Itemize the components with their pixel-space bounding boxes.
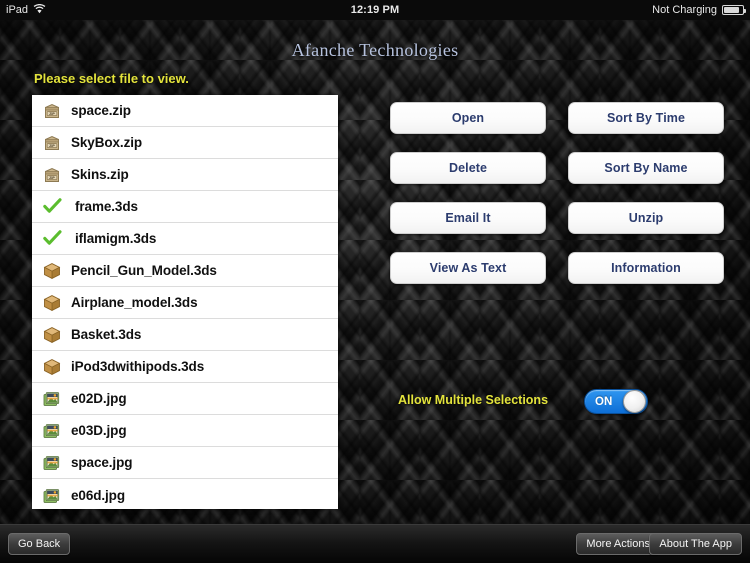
bottom-toolbar: Go Back More Actions About The App [0,524,750,563]
file-name-label: space.jpg [71,455,133,470]
file-name-label: Skins.zip [71,167,129,182]
ipad-app-screen: iPad 12:19 PM Not Charging Afanche Techn… [0,0,750,563]
image-file-icon [39,452,65,474]
toggle-knob[interactable] [623,390,646,413]
file-name-label: space.zip [71,103,131,118]
about-the-app-button[interactable]: About The App [649,533,742,555]
more-actions-button[interactable]: More Actions [576,533,660,555]
file-name-label: iPod3dwithipods.3ds [71,359,205,374]
file-name-label: e03D.jpg [71,423,127,438]
list-item[interactable]: ZIP space.zip [32,95,338,127]
unzip-button[interactable]: Unzip [568,202,724,234]
sort-by-name-button[interactable]: Sort By Name [568,152,724,184]
delete-button[interactable]: Delete [390,152,546,184]
model-3d-box-icon [39,292,65,314]
open-button[interactable]: Open [390,102,546,134]
file-name-label: e06d.jpg [71,487,125,503]
view-as-text-button[interactable]: View As Text [390,252,546,284]
model-3d-box-icon [39,356,65,378]
file-list[interactable]: ZIP space.zip ZIP SkyBox.zip ZIP Skins.zip fra… [32,95,338,509]
allow-multiple-selections-row: Allow Multiple Selections ON [398,389,648,414]
page-title: Afanche Technologies [291,40,459,60]
battery-icon [722,5,746,15]
list-item[interactable]: Basket.3ds [32,319,338,351]
model-3d-box-icon [39,324,65,346]
svg-text:ZIP: ZIP [49,143,55,147]
image-file-icon [39,420,65,442]
status-bar-left: iPad [0,3,156,17]
information-button[interactable]: Information [568,252,724,284]
svg-text:ZIP: ZIP [49,111,55,115]
action-button-row: Open Sort By Time [390,102,724,134]
svg-text:ZIP: ZIP [49,175,55,179]
allow-multiple-selections-label: Allow Multiple Selections [398,393,549,407]
file-name-label: Pencil_Gun_Model.3ds [71,263,217,278]
file-name-label: Basket.3ds [71,327,142,342]
green-checkmark-icon [39,196,65,218]
zip-file-icon: ZIP [39,164,65,186]
allow-multiple-selections-toggle[interactable]: ON [584,389,648,414]
zip-file-icon: ZIP [39,132,65,154]
list-item[interactable]: ZIP Skins.zip [32,159,338,191]
file-name-label: SkyBox.zip [71,135,143,150]
instruction-label: Please select file to view. [34,71,189,86]
list-item[interactable]: Pencil_Gun_Model.3ds [32,255,338,287]
file-name-label: Airplane_model.3ds [71,295,198,310]
list-item[interactable]: Airplane_model.3ds [32,287,338,319]
action-button-grid: Open Sort By Time Delete Sort By Name Email … [390,102,724,302]
list-item[interactable]: e02D.jpg [32,383,338,415]
email-it-button[interactable]: Email It [390,202,546,234]
model-3d-box-icon [39,260,65,282]
list-item[interactable]: iflamigm.3ds [32,223,338,255]
battery-status-label: Not Charging [652,4,717,16]
list-item[interactable]: space.jpg [32,447,338,479]
status-bar-clock: 12:19 PM [350,4,400,16]
ios-status-bar: iPad 12:19 PM Not Charging [0,0,750,20]
action-button-row: Delete Sort By Name [390,152,724,184]
list-item[interactable]: ZIP SkyBox.zip [32,127,338,159]
file-name-label: iflamigm.3ds [75,231,157,246]
action-button-row: View As Text Information [390,252,724,284]
file-name-label: frame.3ds [75,199,138,214]
list-item[interactable]: e03D.jpg [32,415,338,447]
image-file-icon [39,484,65,506]
status-bar-right: Not Charging [594,4,750,16]
image-file-icon [39,388,65,410]
list-item[interactable]: frame.3ds [32,191,338,223]
list-item[interactable]: iPod3dwithipods.3ds [32,351,338,383]
toggle-state-label: ON [595,395,613,408]
go-back-button[interactable]: Go Back [8,533,71,555]
file-name-label: e02D.jpg [71,391,127,406]
device-name-label: iPad [6,4,29,16]
zip-file-icon: ZIP [39,100,65,122]
list-item[interactable]: e06d.jpg [32,479,338,509]
sort-by-time-button[interactable]: Sort By Time [568,102,724,134]
green-checkmark-icon [39,228,65,250]
wifi-icon [33,3,46,17]
action-button-row: Email It Unzip [390,202,724,234]
